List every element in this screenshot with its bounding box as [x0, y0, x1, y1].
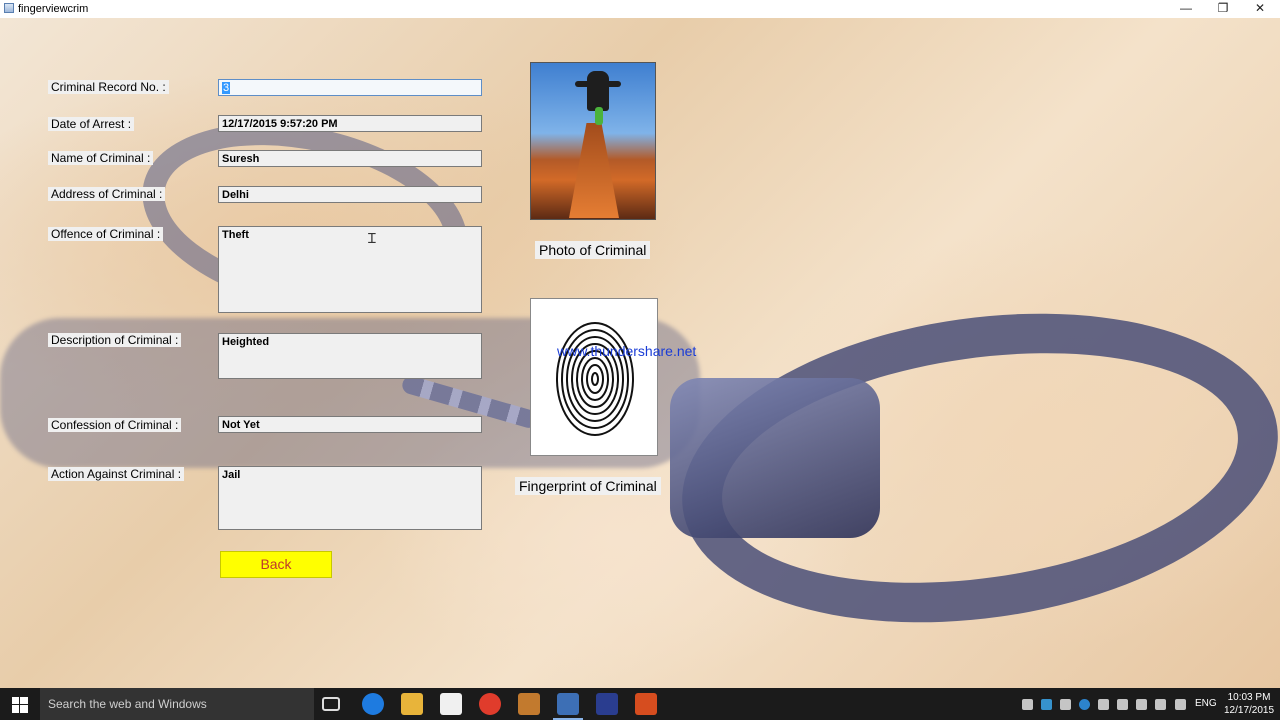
recorder-icon[interactable]	[635, 693, 657, 715]
tray-link-icon[interactable]	[1098, 699, 1109, 710]
taskbar: Search the web and Windows ENG 10:03 PM …	[0, 688, 1280, 720]
date-of-arrest-label: Date of Arrest :	[48, 117, 135, 131]
photo-plant	[595, 107, 603, 125]
chrome-icon[interactable]	[479, 693, 501, 715]
description-field[interactable]: Heighted	[218, 333, 482, 379]
tray-chat-icon[interactable]	[1060, 699, 1071, 710]
close-button[interactable]: ✕	[1242, 0, 1278, 18]
photo-figure	[587, 71, 609, 111]
offence-label: Offence of Criminal :	[48, 227, 164, 241]
tray-browser-icon[interactable]	[1079, 699, 1090, 710]
record-no-field[interactable]: 3	[218, 79, 482, 96]
file-explorer-icon[interactable]	[401, 693, 423, 715]
onedrive-icon[interactable]	[1022, 699, 1033, 710]
notifications-icon[interactable]	[1175, 699, 1186, 710]
offence-field[interactable]: Theft	[218, 226, 482, 313]
network-icon[interactable]	[1136, 699, 1147, 710]
record-no-label: Criminal Record No. :	[48, 80, 169, 94]
record-no-value: 3	[222, 82, 231, 94]
photo-caption: Photo of Criminal	[535, 241, 651, 259]
criminal-photo	[530, 62, 656, 220]
name-label: Name of Criminal :	[48, 151, 154, 165]
back-button[interactable]: Back	[220, 551, 332, 578]
address-label: Address of Criminal :	[48, 187, 166, 201]
date-of-arrest-field[interactable]: 12/17/2015 9:57:20 PM	[218, 115, 482, 132]
taskbar-clock[interactable]: 10:03 PM 12/17/2015	[1224, 691, 1274, 717]
confession-label: Confession of Criminal :	[48, 418, 182, 432]
language-indicator[interactable]: ENG	[1195, 698, 1217, 709]
app-icon	[4, 3, 14, 13]
maximize-button[interactable]: ❐	[1205, 0, 1241, 18]
edge-icon[interactable]	[362, 693, 384, 715]
watermark-text: www.thundershare.net	[557, 343, 697, 359]
tray-settings-icon[interactable]	[1117, 699, 1128, 710]
minimize-button[interactable]: —	[1168, 0, 1204, 18]
tray-app-icon[interactable]	[1041, 699, 1052, 710]
volume-icon[interactable]	[1155, 699, 1166, 710]
task-view-icon[interactable]	[322, 697, 340, 711]
visual-studio-icon[interactable]	[596, 693, 618, 715]
action-label: Action Against Criminal :	[48, 467, 185, 481]
start-button[interactable]	[0, 688, 40, 720]
fingerprint-image	[530, 298, 658, 456]
title-bar: fingerviewcrim — ❐ ✕	[0, 0, 1280, 18]
description-label: Description of Criminal :	[48, 333, 182, 347]
clock-date: 12/17/2015	[1224, 705, 1275, 716]
handcuff-lock	[670, 378, 880, 538]
fingerprint-icon	[556, 322, 634, 436]
name-field[interactable]: Suresh	[218, 150, 482, 167]
app-window-icon[interactable]	[557, 693, 579, 715]
windows-logo-icon	[12, 697, 28, 713]
store-icon[interactable]	[440, 693, 462, 715]
text-cursor-icon: Ɪ	[368, 230, 376, 246]
address-field[interactable]: Delhi	[218, 186, 482, 203]
confession-field[interactable]: Not Yet	[218, 416, 482, 433]
window-title: fingerviewcrim	[18, 3, 89, 15]
fingerprint-caption: Fingerprint of Criminal	[515, 477, 661, 495]
clock-time: 10:03 PM	[1227, 692, 1271, 703]
media-player-icon[interactable]	[518, 693, 540, 715]
photo-rock	[569, 123, 619, 218]
taskbar-search-input[interactable]: Search the web and Windows	[40, 688, 314, 720]
action-field[interactable]: Jail	[218, 466, 482, 530]
